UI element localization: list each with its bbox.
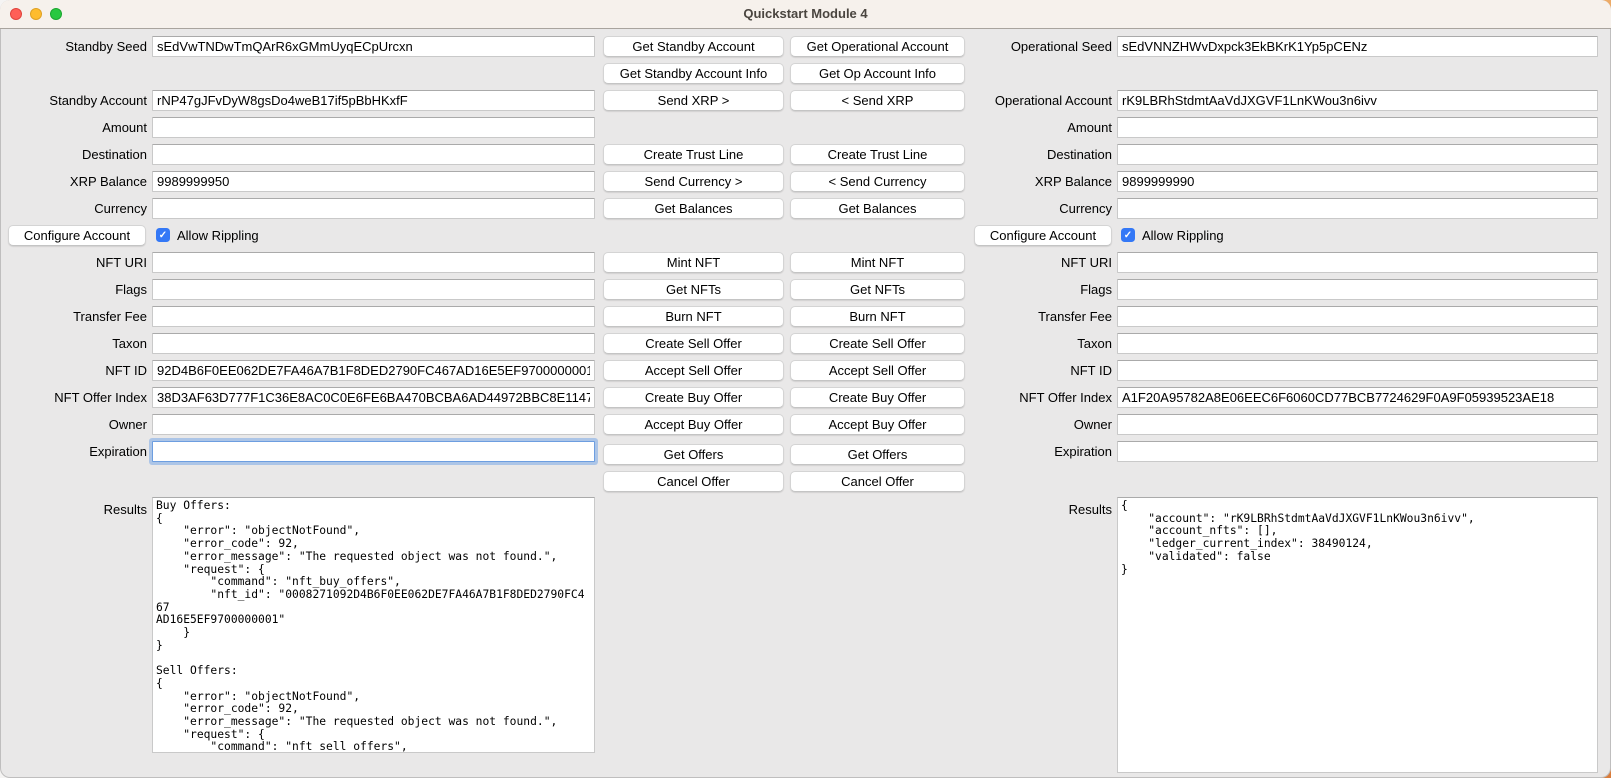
standby-nft-offer-index-label: NFT Offer Index	[0, 387, 147, 408]
standby-create-buy-offer-button[interactable]: Create Buy Offer	[603, 387, 784, 408]
operational-configure-account-button[interactable]: Configure Account	[974, 225, 1112, 246]
operational-destination-input[interactable]	[1117, 144, 1598, 165]
standby-get-balances-button[interactable]: Get Balances	[603, 198, 784, 219]
standby-send-currency-button[interactable]: Send Currency >	[603, 171, 784, 192]
operational-nft-offer-index-label: NFT Offer Index	[965, 387, 1112, 408]
operational-amount-input[interactable]	[1117, 117, 1598, 138]
standby-account-label: Standby Account	[0, 90, 147, 111]
operational-expiration-label: Expiration	[965, 441, 1112, 462]
standby-currency-input[interactable]	[152, 198, 595, 219]
operational-seed-input[interactable]	[1117, 36, 1598, 57]
operational-account-label: Operational Account	[965, 90, 1112, 111]
operational-create-buy-offer-button[interactable]: Create Buy Offer	[790, 387, 965, 408]
operational-accept-sell-offer-button[interactable]: Accept Sell Offer	[790, 360, 965, 381]
operational-xrp-balance-input[interactable]	[1117, 171, 1598, 192]
standby-get-offers-button[interactable]: Get Offers	[603, 444, 784, 465]
standby-transfer-fee-label: Transfer Fee	[0, 306, 147, 327]
standby-accept-buy-offer-button[interactable]: Accept Buy Offer	[603, 414, 784, 435]
window-title: Quickstart Module 4	[0, 0, 1611, 28]
operational-burn-nft-button[interactable]: Burn NFT	[790, 306, 965, 327]
operational-create-sell-offer-button[interactable]: Create Sell Offer	[790, 333, 965, 354]
get-op-account-info-button[interactable]: Get Op Account Info	[790, 63, 965, 84]
operational-seed-label: Operational Seed	[965, 36, 1112, 57]
standby-burn-nft-button[interactable]: Burn NFT	[603, 306, 784, 327]
get-standby-account-button[interactable]: Get Standby Account	[603, 36, 784, 57]
standby-nft-uri-label: NFT URI	[0, 252, 147, 273]
operational-nft-id-input[interactable]	[1117, 360, 1598, 381]
standby-nft-offer-index-input[interactable]	[152, 387, 595, 408]
standby-nft-id-input[interactable]	[152, 360, 595, 381]
standby-configure-account-button[interactable]: Configure Account	[8, 225, 146, 246]
standby-nft-uri-input[interactable]	[152, 252, 595, 273]
standby-owner-label: Owner	[0, 414, 147, 435]
operational-flags-label: Flags	[965, 279, 1112, 300]
operational-create-trust-line-button[interactable]: Create Trust Line	[790, 144, 965, 165]
operational-owner-label: Owner	[965, 414, 1112, 435]
standby-cancel-offer-button[interactable]: Cancel Offer	[603, 471, 784, 492]
operational-get-offers-button[interactable]: Get Offers	[790, 444, 965, 465]
operational-taxon-input[interactable]	[1117, 333, 1598, 354]
operational-transfer-fee-input[interactable]	[1117, 306, 1598, 327]
operational-get-nfts-button[interactable]: Get NFTs	[790, 279, 965, 300]
operational-nft-uri-input[interactable]	[1117, 252, 1598, 273]
standby-xrp-balance-input[interactable]	[152, 171, 595, 192]
standby-send-xrp-button[interactable]: Send XRP >	[603, 90, 784, 111]
standby-seed-input[interactable]	[152, 36, 595, 57]
standby-expiration-label: Expiration	[0, 441, 147, 462]
standby-taxon-input[interactable]	[152, 333, 595, 354]
standby-currency-label: Currency	[0, 198, 147, 219]
operational-accept-buy-offer-button[interactable]: Accept Buy Offer	[790, 414, 965, 435]
operational-xrp-balance-label: XRP Balance	[965, 171, 1112, 192]
app-window: Quickstart Module 4 Standby Seed Standby…	[0, 0, 1611, 778]
standby-owner-input[interactable]	[152, 414, 595, 435]
operational-amount-label: Amount	[965, 117, 1112, 138]
standby-results-textarea[interactable]: Buy Offers: { "error": "objectNotFound",…	[152, 497, 595, 753]
standby-create-trust-line-button[interactable]: Create Trust Line	[603, 144, 784, 165]
standby-mint-nft-button[interactable]: Mint NFT	[603, 252, 784, 273]
operational-currency-input[interactable]	[1117, 198, 1598, 219]
operational-mint-nft-button[interactable]: Mint NFT	[790, 252, 965, 273]
operational-send-xrp-button[interactable]: < Send XRP	[790, 90, 965, 111]
operational-account-input[interactable]	[1117, 90, 1598, 111]
operational-nft-uri-label: NFT URI	[965, 252, 1112, 273]
operational-transfer-fee-label: Transfer Fee	[965, 306, 1112, 327]
operational-expiration-input[interactable]	[1117, 441, 1598, 462]
operational-cancel-offer-button[interactable]: Cancel Offer	[790, 471, 965, 492]
standby-nft-id-label: NFT ID	[0, 360, 147, 381]
standby-flags-label: Flags	[0, 279, 147, 300]
operational-results-textarea[interactable]: { "account": "rK9LBRhStdmtAaVdJXGVF1LnKW…	[1117, 497, 1598, 773]
standby-transfer-fee-input[interactable]	[152, 306, 595, 327]
standby-seed-label: Standby Seed	[0, 36, 147, 57]
standby-results-label: Results	[0, 499, 147, 520]
operational-nft-id-label: NFT ID	[965, 360, 1112, 381]
operational-nft-offer-index-input[interactable]	[1117, 387, 1598, 408]
operational-owner-input[interactable]	[1117, 414, 1598, 435]
standby-allow-rippling-checkbox[interactable]: ✓	[156, 228, 170, 242]
standby-destination-input[interactable]	[152, 144, 595, 165]
operational-taxon-label: Taxon	[965, 333, 1112, 354]
operational-send-currency-button[interactable]: < Send Currency	[790, 171, 965, 192]
operational-destination-label: Destination	[965, 144, 1112, 165]
operational-allow-rippling-label: Allow Rippling	[1142, 225, 1224, 246]
operational-get-balances-button[interactable]: Get Balances	[790, 198, 965, 219]
standby-xrp-balance-label: XRP Balance	[0, 171, 147, 192]
standby-create-sell-offer-button[interactable]: Create Sell Offer	[603, 333, 784, 354]
standby-destination-label: Destination	[0, 144, 147, 165]
get-standby-account-info-button[interactable]: Get Standby Account Info	[603, 63, 784, 84]
operational-allow-rippling-checkbox[interactable]: ✓	[1121, 228, 1135, 242]
standby-flags-input[interactable]	[152, 279, 595, 300]
operational-results-label: Results	[965, 499, 1112, 520]
standby-get-nfts-button[interactable]: Get NFTs	[603, 279, 784, 300]
standby-amount-label: Amount	[0, 117, 147, 138]
standby-accept-sell-offer-button[interactable]: Accept Sell Offer	[603, 360, 784, 381]
standby-account-input[interactable]	[152, 90, 595, 111]
operational-flags-input[interactable]	[1117, 279, 1598, 300]
titlebar: Quickstart Module 4	[0, 0, 1611, 29]
standby-taxon-label: Taxon	[0, 333, 147, 354]
standby-allow-rippling-label: Allow Rippling	[177, 225, 259, 246]
get-operational-account-button[interactable]: Get Operational Account	[790, 36, 965, 57]
standby-amount-input[interactable]	[152, 117, 595, 138]
standby-expiration-input[interactable]	[152, 441, 595, 462]
operational-currency-label: Currency	[965, 198, 1112, 219]
